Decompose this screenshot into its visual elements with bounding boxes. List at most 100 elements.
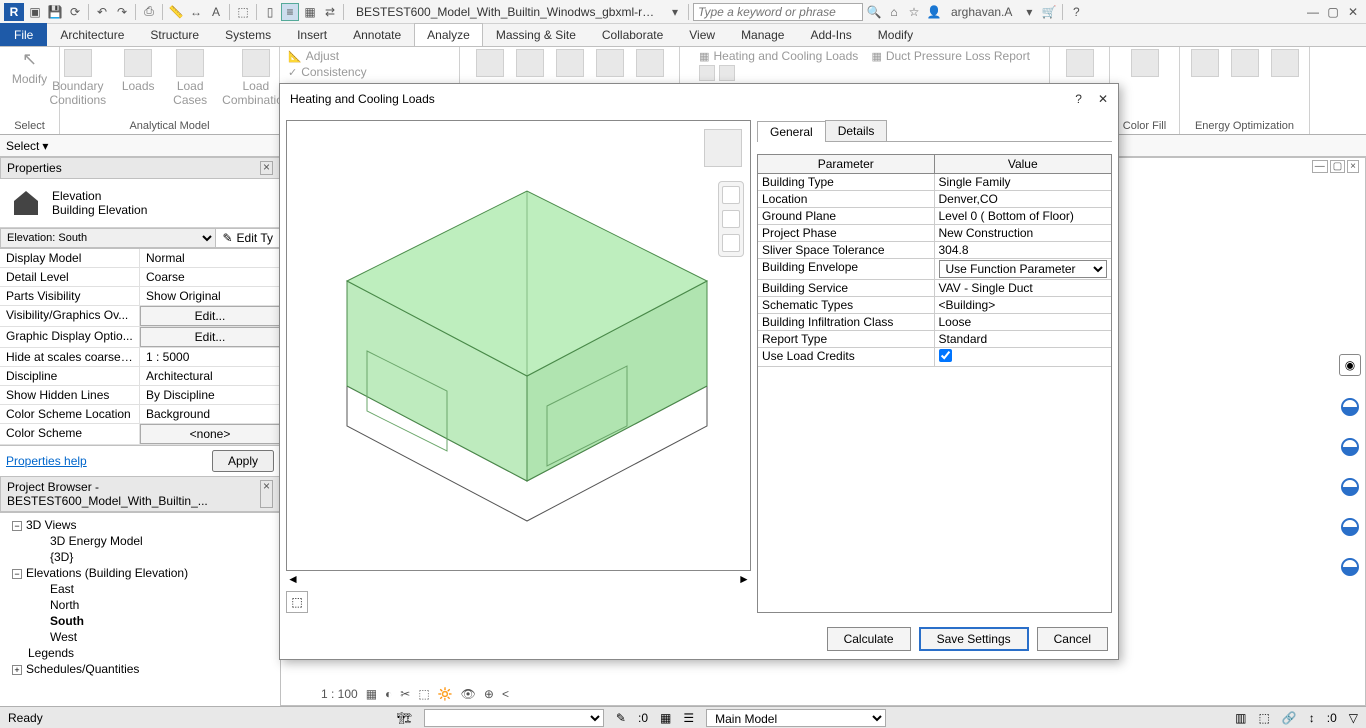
dialog-3d-viewport[interactable] — [286, 120, 751, 571]
tree-schedules[interactable]: +Schedules/Quantities — [4, 661, 276, 677]
panel-close-icon[interactable]: × — [260, 480, 273, 508]
3d-icon[interactable]: ⬚ — [234, 3, 252, 21]
consistency-button[interactable]: ✓ Consistency — [288, 65, 451, 79]
sync-icon[interactable]: ⟳ — [66, 3, 84, 21]
dock-icon[interactable] — [1341, 438, 1359, 456]
ribbon-tab-manage[interactable]: Manage — [728, 23, 797, 46]
vc-icon[interactable]: < — [502, 687, 509, 701]
status-combo1[interactable] — [424, 709, 604, 727]
status-icon[interactable]: ▦ — [660, 711, 671, 725]
vc-icon[interactable]: 🔆 — [438, 687, 453, 701]
redo-icon[interactable]: ↷ — [113, 3, 131, 21]
print-icon[interactable]: ⎙ — [140, 3, 158, 21]
property-value[interactable]: Coarse — [140, 268, 280, 286]
user-dropdown-icon[interactable]: ▾ — [1020, 3, 1038, 21]
ribbon-tab-architecture[interactable]: Architecture — [47, 23, 137, 46]
nav-zoom-icon[interactable] — [722, 234, 740, 252]
color-fill-button[interactable] — [1125, 49, 1165, 77]
search-input[interactable] — [693, 3, 863, 21]
param-checkbox[interactable] — [939, 349, 952, 362]
param-value[interactable]: Level 0 ( Bottom of Floor) — [935, 208, 1112, 224]
energy1-icon[interactable] — [1191, 49, 1219, 77]
ribbon-tab-massing-site[interactable]: Massing & Site — [483, 23, 589, 46]
tree-elevations[interactable]: −Elevations (Building Elevation) — [4, 565, 276, 581]
calculate-button[interactable]: Calculate — [827, 627, 911, 651]
dock-icon[interactable] — [1341, 478, 1359, 496]
status-icon[interactable]: ☰ — [683, 711, 694, 725]
ribbon-tab-view[interactable]: View — [676, 23, 728, 46]
panel-close-icon[interactable]: × — [260, 161, 273, 175]
property-edit-button[interactable]: <none> — [140, 424, 280, 444]
close-icon[interactable]: ✕ — [1344, 3, 1362, 21]
dialog-close-icon[interactable]: ✕ — [1098, 92, 1108, 106]
tag-icon[interactable] — [556, 49, 584, 77]
tree-west[interactable]: West — [4, 629, 276, 645]
property-value[interactable]: Show Original — [140, 287, 280, 305]
help-icon[interactable]: ? — [1067, 3, 1085, 21]
measure-icon[interactable]: 📏 — [167, 3, 185, 21]
isolate-icon[interactable]: ⬚ — [286, 591, 308, 613]
edit-type-button[interactable]: ✎ Edit Ty — [215, 229, 279, 247]
tree-3d[interactable]: {3D} — [4, 549, 276, 565]
revit-logo-icon[interactable]: R — [4, 3, 24, 21]
vc-icon[interactable]: 👁 — [461, 687, 476, 701]
cancel-button[interactable]: Cancel — [1037, 627, 1108, 651]
cart-icon[interactable]: 🛒 — [1040, 3, 1058, 21]
boundary-conditions-button[interactable]: Boundary Conditions — [49, 49, 106, 107]
section-icon[interactable]: ▯ — [261, 3, 279, 21]
property-value[interactable]: Architectural — [140, 367, 280, 385]
param-value[interactable]: Standard — [935, 331, 1112, 347]
navwheel-icon[interactable]: ◉ — [1339, 354, 1361, 376]
dialog-help-icon[interactable]: ? — [1075, 92, 1082, 106]
modify-button[interactable]: ↖ Modify — [10, 49, 50, 86]
property-value[interactable]: Normal — [140, 249, 280, 267]
tree-east[interactable]: East — [4, 581, 276, 597]
dock-icon[interactable] — [1341, 398, 1359, 416]
param-value[interactable]: Denver,CO — [935, 191, 1112, 207]
user-icon[interactable]: 👤 — [925, 3, 943, 21]
vc-icon[interactable]: ▦ — [366, 687, 377, 701]
status-icon[interactable]: ▥ — [1235, 711, 1246, 725]
minimize-icon[interactable]: — — [1304, 3, 1322, 21]
param-value[interactable]: New Construction — [935, 225, 1112, 241]
spaces-icon[interactable] — [476, 49, 504, 77]
ribbon-tab-modify[interactable]: Modify — [865, 23, 926, 46]
type-selector[interactable]: Elevation Building Elevation — [0, 179, 280, 228]
param-select[interactable]: Use Function Parameter — [939, 260, 1108, 278]
tree-south[interactable]: South — [4, 613, 276, 629]
undo-icon[interactable]: ↶ — [93, 3, 111, 21]
view-close-icon[interactable]: × — [1347, 160, 1359, 173]
ribbon-tab-collaborate[interactable]: Collaborate — [589, 23, 676, 46]
tab-general[interactable]: General — [757, 121, 826, 142]
param-value[interactable]: Loose — [935, 314, 1112, 330]
energy2-icon[interactable] — [1231, 49, 1259, 77]
param-value[interactable]: Single Family — [935, 174, 1112, 190]
status-icon[interactable]: ↕ — [1309, 711, 1315, 725]
vc-icon[interactable]: ⊕ — [484, 687, 494, 701]
file-tab[interactable]: File — [0, 23, 47, 46]
loads-button[interactable]: Loads — [118, 49, 158, 93]
param-value[interactable]: VAV - Single Duct — [935, 280, 1112, 296]
ribbon-tab-annotate[interactable]: Annotate — [340, 23, 414, 46]
restore-icon[interactable]: ▢ — [1324, 3, 1342, 21]
dropdown-icon[interactable]: ▾ — [666, 3, 684, 21]
heating-cooling-button[interactable]: ▦ Heating and Cooling Loads ▦ Duct Press… — [699, 49, 1030, 63]
property-value[interactable]: Background — [140, 405, 280, 423]
zones-icon[interactable] — [516, 49, 544, 77]
param-value[interactable]: 304.8 — [935, 242, 1112, 258]
status-icon[interactable]: 🏗 — [397, 711, 412, 725]
key-icon[interactable]: ⌂ — [885, 3, 903, 21]
dock-icon[interactable] — [1341, 558, 1359, 576]
status-icon[interactable]: ⬚ — [1258, 711, 1269, 725]
dock-icon[interactable] — [1341, 518, 1359, 536]
property-value[interactable]: By Discipline — [140, 386, 280, 404]
select-dropdown[interactable]: Select — [6, 139, 39, 153]
ribbon-tab-add-ins[interactable]: Add-Ins — [797, 23, 864, 46]
property-value[interactable]: 1 : 5000 — [140, 348, 280, 366]
vc-icon[interactable]: ⬚ — [418, 687, 429, 701]
ribbon-tab-structure[interactable]: Structure — [137, 23, 212, 46]
tree-energy[interactable]: 3D Energy Model — [4, 533, 276, 549]
check-icon[interactable] — [1066, 49, 1094, 77]
ribbon-tab-insert[interactable]: Insert — [284, 23, 340, 46]
switch-icon[interactable]: ⇄ — [321, 3, 339, 21]
